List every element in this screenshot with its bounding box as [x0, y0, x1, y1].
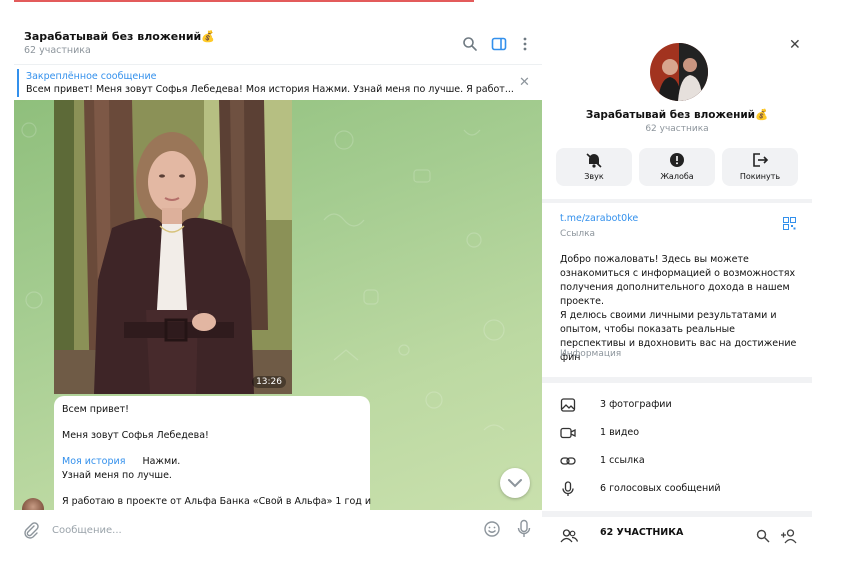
pinned-indicator [17, 69, 19, 97]
add-member-icon[interactable] [780, 528, 798, 544]
message-line: Всем привет! [62, 404, 129, 415]
media-row-label: 6 голосовых сообщений [600, 483, 721, 494]
channel-member-count: 62 участника [645, 124, 709, 134]
sidebar-toggle-icon[interactable] [491, 36, 507, 52]
chevron-down-icon [508, 479, 522, 488]
logout-icon [753, 153, 769, 167]
paperclip-icon[interactable] [22, 521, 40, 539]
members-card: 62 УЧАСТНИКА [542, 517, 812, 561]
message-text: Нажми. [142, 456, 181, 467]
search-icon[interactable] [756, 529, 770, 543]
message-line: Узнай меня по лучше. [62, 470, 172, 481]
pinned-message-bar[interactable]: Закреплённое сообщение Всем привет! Меня… [14, 64, 542, 101]
chat-background: 13:26 Всем привет! Меня зовут Софья Лебе… [14, 100, 542, 510]
message-line: Моя история Нажми. [62, 456, 180, 467]
members-icon [560, 529, 578, 543]
media-row-videos[interactable]: 1 видео [542, 419, 812, 447]
profile-card: ✕ Зарабатывай без вложений💰 62 участника… [542, 27, 812, 199]
mute-label: Звук [584, 172, 604, 181]
link-icon [560, 457, 576, 465]
photo-timestamp: 13:26 [252, 376, 286, 388]
invite-link[interactable]: t.me/zarabot0ke [560, 213, 638, 224]
microphone-icon[interactable] [516, 519, 532, 539]
avatar-image [650, 43, 708, 101]
pinned-title: Закреплённое сообщение [26, 71, 157, 82]
alert-icon [670, 153, 684, 167]
top-accent-line [14, 0, 474, 2]
story-link[interactable]: Моя история [62, 456, 125, 467]
message-bubble[interactable]: Всем привет! Меня зовут Софья Лебедева! … [54, 396, 372, 510]
about-card: t.me/zarabot0ke Ссылка Добро пожаловать!… [542, 203, 812, 377]
microphone-icon [562, 481, 574, 496]
invite-link-label: Ссылка [560, 229, 596, 239]
leave-button[interactable]: Покинуть [722, 148, 798, 186]
photo-icon [560, 398, 576, 412]
report-button[interactable]: Жалоба [639, 148, 715, 186]
channel-avatar[interactable] [650, 43, 708, 101]
chat-member-count: 62 участника [24, 45, 91, 56]
members-count-label[interactable]: 62 УЧАСТНИКА [600, 527, 683, 538]
media-row-label: 1 видео [600, 427, 640, 438]
media-row-photos[interactable]: 3 фотографии [542, 391, 812, 419]
video-icon [560, 427, 576, 439]
info-pane: ✕ Зарабатывай без вложений💰 62 участника… [542, 27, 812, 561]
mute-button[interactable]: Звук [556, 148, 632, 186]
chat-header[interactable]: Зарабатывай без вложений💰 62 участника [14, 20, 542, 64]
channel-title: Зарабатывай без вложений💰 [585, 109, 769, 121]
qr-code-icon[interactable] [783, 217, 796, 230]
close-icon[interactable]: ✕ [789, 37, 801, 53]
message-composer [14, 510, 542, 550]
close-icon[interactable]: ✕ [519, 75, 530, 90]
scroll-down-button[interactable] [500, 468, 530, 498]
description-label: Информация [560, 349, 622, 359]
message-line: Я работаю в проекте от Альфа Банка «Свой… [62, 496, 372, 507]
message-input[interactable] [50, 519, 434, 541]
search-icon[interactable] [462, 36, 478, 52]
media-row-label: 3 фотографии [600, 399, 672, 410]
message-line: Меня зовут Софья Лебедева! [62, 430, 209, 441]
chat-title[interactable]: Зарабатывай без вложений💰 [24, 30, 215, 43]
media-row-label: 1 ссылка [600, 455, 645, 466]
pinned-text: Всем привет! Меня зовут Софья Лебедева! … [26, 84, 514, 95]
more-menu-icon[interactable] [517, 36, 533, 52]
bell-off-icon [586, 153, 602, 168]
photo-image [54, 100, 292, 394]
report-label: Жалоба [660, 172, 694, 181]
leave-label: Покинуть [739, 172, 781, 181]
media-row-links[interactable]: 1 ссылка [542, 447, 812, 475]
emoji-icon[interactable] [483, 520, 501, 538]
media-card: 3 фотографии 1 видео 1 ссылка 6 голосовы… [542, 383, 812, 511]
media-row-voice[interactable]: 6 голосовых сообщений [542, 475, 812, 503]
chat-pane: Зарабатывай без вложений💰 62 участника З… [14, 20, 542, 550]
message-photo[interactable]: 13:26 [54, 100, 292, 394]
